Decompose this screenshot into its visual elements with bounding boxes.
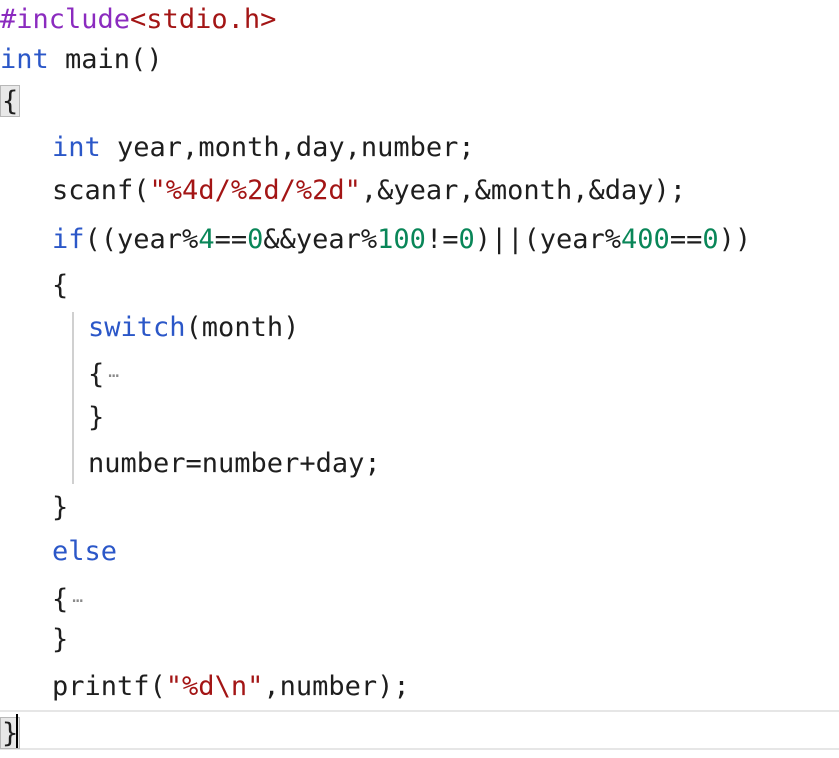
code-line: #include<stdio.h> — [0, 0, 276, 40]
code-line: switch(month) — [88, 308, 299, 348]
code-line: else — [52, 532, 117, 572]
code-token: == — [214, 224, 248, 255]
code-token: == — [669, 224, 703, 255]
code-editor[interactable]: #include<stdio.h> int main(){int year,mon… — [0, 0, 839, 758]
code-token: } — [88, 402, 105, 433]
code-token: int — [0, 44, 49, 75]
code-line: } — [52, 488, 68, 528]
code-token: switch — [88, 312, 186, 343]
code-token: &&year% — [263, 224, 378, 255]
code-token: { — [88, 359, 105, 390]
code-line: int year,month,day,number; — [52, 128, 475, 168]
code-token: 0 — [247, 224, 264, 255]
code-token: year,month,day,number; — [100, 132, 475, 163]
code-token: scanf( — [52, 175, 150, 206]
code-token: "%d\n" — [165, 671, 264, 702]
code-line: { — [0, 80, 21, 120]
code-line: scanf("%4d/%2d/%2d",&year,&month,&day); — [52, 171, 686, 211]
code-token: { — [52, 270, 69, 301]
code-token: 0 — [702, 224, 719, 255]
code-token: <stdio.h> — [130, 4, 277, 35]
code-line: {… — [52, 577, 83, 617]
code-line: { — [52, 266, 68, 306]
indent-guide — [72, 312, 74, 484]
code-token: } — [52, 624, 69, 655]
code-token: ,&year,&month,&day); — [360, 175, 686, 206]
code-line: {… — [88, 352, 119, 392]
code-token: if — [52, 224, 85, 255]
code-token: 4 — [198, 224, 215, 255]
code-token: )) — [718, 224, 752, 255]
code-token: )||(year% — [474, 224, 622, 255]
code-line: number=number+day; — [88, 444, 381, 484]
collapsed-region-ellipsis[interactable]: … — [72, 586, 83, 607]
current-line-highlight — [0, 710, 839, 750]
code-token: number=number+day; — [88, 448, 381, 479]
code-line: } — [88, 398, 104, 438]
matched-brace: { — [0, 84, 21, 117]
text-caret — [16, 714, 18, 748]
code-token: #include — [0, 4, 131, 35]
code-token: printf( — [52, 671, 166, 702]
code-token: != — [425, 224, 459, 255]
code-token: 100 — [377, 224, 426, 255]
code-line: if((year%4==0&&year%100!=0)||(year%400==… — [52, 220, 751, 260]
code-token: ,number); — [263, 671, 410, 702]
code-token: main() — [48, 44, 163, 75]
code-token: else — [52, 536, 118, 567]
code-token: 0 — [458, 224, 475, 255]
code-token: { — [52, 584, 69, 615]
code-token: 400 — [621, 224, 670, 255]
code-token: ((year% — [84, 224, 199, 255]
code-token: int — [52, 132, 101, 163]
code-token: } — [52, 492, 69, 523]
code-line: printf("%d\n",number); — [52, 667, 410, 707]
collapsed-region-ellipsis[interactable]: … — [108, 361, 119, 382]
code-line: } — [52, 620, 68, 660]
code-token: "%4d/%2d/%2d" — [149, 175, 361, 206]
code-line: int main() — [0, 40, 163, 80]
code-token: (month) — [185, 312, 300, 343]
